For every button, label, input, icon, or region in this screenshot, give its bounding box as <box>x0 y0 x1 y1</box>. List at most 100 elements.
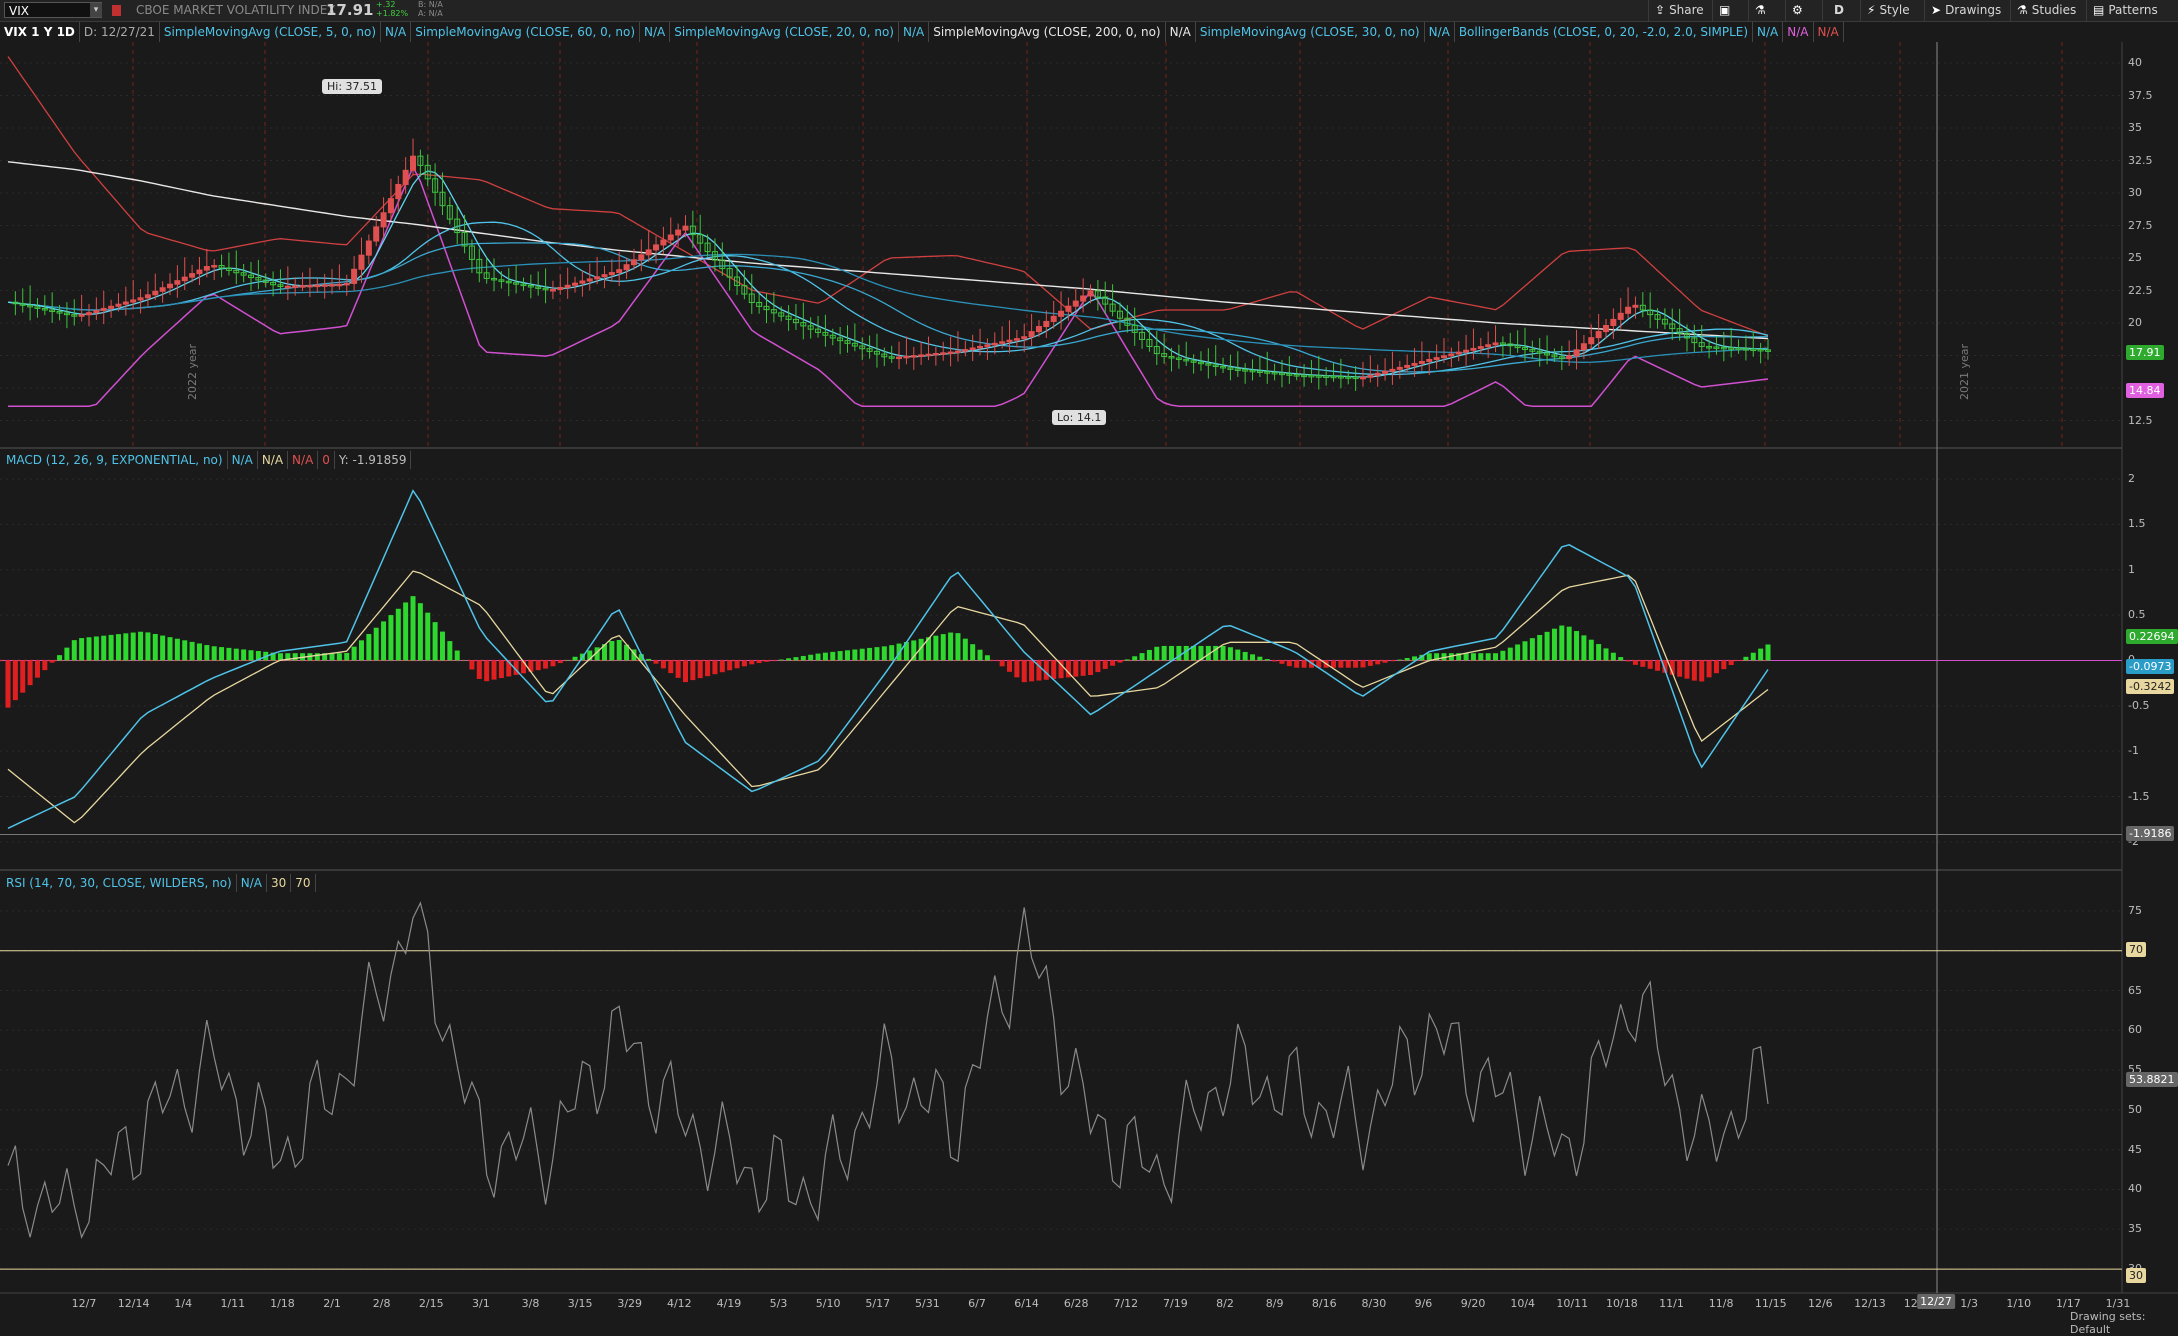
macd-histogram-bar <box>963 639 968 661</box>
rsi-study-label[interactable]: RSI (14, 70, 30, CLOSE, WILDERS, no) <box>2 874 237 892</box>
candle-body <box>1022 337 1027 339</box>
candle-body <box>1589 338 1594 344</box>
candle-body <box>683 226 688 230</box>
macd-histogram-bar <box>1331 660 1336 667</box>
candle-body <box>941 353 946 355</box>
macd-histogram-bar <box>1567 627 1572 661</box>
y-tick-label: -1 <box>2128 744 2139 757</box>
x-tick-label: 1/10 <box>2006 1297 2031 1310</box>
macd-histogram-bar <box>1677 660 1682 676</box>
candle-body <box>1360 377 1365 379</box>
macd-histogram-bar <box>1522 641 1527 660</box>
x-tick-label: 3/29 <box>617 1297 642 1310</box>
candle-body <box>676 230 681 235</box>
macd-histogram-bar <box>1552 629 1557 661</box>
macd-histogram-bar <box>705 660 710 676</box>
macd-legend: MACD (12, 26, 9, EXPONENTIAL, no)N/AN/AN… <box>2 451 411 469</box>
x-tick-label: 1/3 <box>1960 1297 1978 1310</box>
y-tick-label: 45 <box>2128 1143 2142 1156</box>
drawing-sets-hint[interactable]: Drawing sets: Default <box>2070 1310 2178 1336</box>
x-tick-label: 11/8 <box>1709 1297 1734 1310</box>
macd-avg-tag: -0.3242 <box>2126 679 2174 694</box>
macd-histogram-bar <box>617 640 622 660</box>
macd-histogram-bar <box>1279 660 1284 663</box>
macd-histogram-bar <box>816 654 821 661</box>
chart-canvas[interactable] <box>0 0 2178 1319</box>
macd-histogram-bar <box>1368 660 1373 665</box>
macd-histogram-bar <box>1596 644 1601 660</box>
y-tick-label: 35 <box>2128 1222 2142 1235</box>
y-tick-label: 50 <box>2128 1103 2142 1116</box>
macd-histogram-bar <box>109 635 114 661</box>
x-tick-label: 12/7 <box>72 1297 97 1310</box>
candle-body <box>955 351 960 353</box>
candle-body <box>558 287 563 289</box>
candle-body <box>1383 371 1388 373</box>
macd-histogram-bar <box>1743 657 1748 661</box>
candle-body <box>609 273 614 275</box>
x-tick-label: 12/13 <box>1854 1297 1886 1310</box>
macd-histogram-bar <box>330 653 335 660</box>
macd-histogram-bar <box>985 655 990 660</box>
candle-body <box>160 288 165 292</box>
macd-histogram-bar <box>1383 660 1388 662</box>
macd-histogram-bar <box>366 634 371 660</box>
macd-histogram-bar <box>727 660 732 670</box>
macd-histogram-bar <box>388 615 393 660</box>
candle-body <box>926 354 931 356</box>
candle-body <box>948 352 953 354</box>
candle-body <box>396 184 401 198</box>
last-price-tag: 17.91 <box>2126 345 2164 360</box>
candle-body <box>337 284 342 286</box>
macd-histogram-bar <box>786 658 791 660</box>
macd-histogram-bar <box>79 638 84 660</box>
macd-histogram-bar <box>1051 660 1056 679</box>
candle-body <box>1059 311 1064 316</box>
macd-histogram-bar <box>1397 660 1402 661</box>
macd-histogram-bar <box>1581 635 1586 660</box>
candle-body <box>374 227 379 241</box>
y-tick-label: 0.5 <box>2128 608 2146 621</box>
macd-histogram-bar <box>1692 660 1697 680</box>
candle-body <box>617 270 622 273</box>
x-tick-label: 5/31 <box>915 1297 940 1310</box>
macd-histogram-bar <box>948 633 953 661</box>
candle-body <box>79 315 84 317</box>
candle-body <box>933 354 938 356</box>
x-tick-label: 1/4 <box>174 1297 192 1310</box>
macd-histogram-bar <box>87 637 92 660</box>
candle-body <box>1574 350 1579 356</box>
candle-body <box>1493 343 1498 345</box>
macd-histogram-bar <box>28 660 33 685</box>
macd-histogram-bar <box>1353 660 1358 667</box>
candle-body <box>145 295 150 298</box>
candle-body <box>87 313 92 315</box>
y-tick-label: 35 <box>2128 121 2142 134</box>
macd-histogram-bar <box>123 633 128 660</box>
macd-histogram-bar <box>1684 660 1689 678</box>
candle-body <box>411 156 416 170</box>
candle-body <box>1390 369 1395 371</box>
macd-histogram-bar <box>1648 660 1653 668</box>
candle-body <box>116 304 121 306</box>
x-tick-label: 6/7 <box>968 1297 986 1310</box>
candle-body <box>565 285 570 287</box>
candle-body <box>315 285 320 287</box>
macd-histogram-bar <box>403 602 408 660</box>
x-tick-label: 5/10 <box>816 1297 841 1310</box>
x-tick-label: 10/4 <box>1510 1297 1535 1310</box>
macd-histogram-bar <box>1302 660 1307 667</box>
candle-body <box>1464 350 1469 352</box>
candle-body <box>580 281 585 283</box>
macd-histogram-bar <box>1147 650 1152 661</box>
y-tick-label: 1.5 <box>2128 517 2146 530</box>
y-tick-label: 25 <box>2128 251 2142 264</box>
macd-histogram-bar <box>830 652 835 661</box>
x-tick-label: 12/6 <box>1808 1297 1833 1310</box>
macd-histogram-bar <box>1184 646 1189 661</box>
macd-histogram-bar <box>241 649 246 660</box>
y-tick-label: 65 <box>2128 984 2142 997</box>
macd-study-label[interactable]: MACD (12, 26, 9, EXPONENTIAL, no) <box>2 451 228 469</box>
macd-histogram-bar <box>550 660 555 666</box>
y-tick-label: -0.5 <box>2128 699 2149 712</box>
